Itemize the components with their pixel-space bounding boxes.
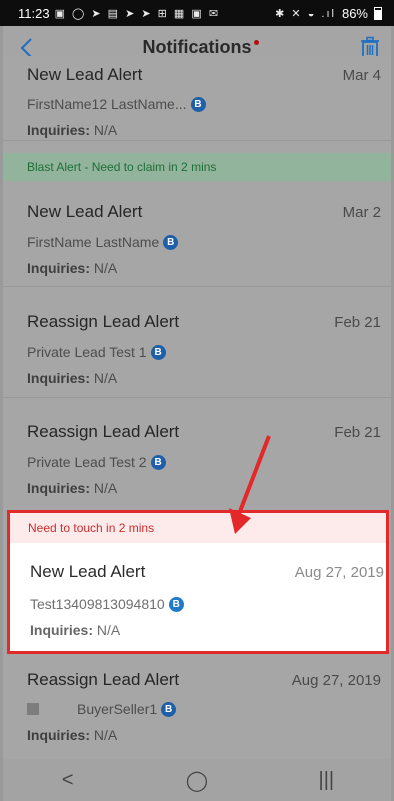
lead-name-text: Private Lead Test 2 <box>27 454 147 470</box>
buyer-badge-icon: B <box>161 701 177 717</box>
system-nav-bar: < ◯ ||| <box>3 759 391 801</box>
buyer-badge-icon: B <box>190 96 206 112</box>
notification-date: Feb 21 <box>334 424 381 441</box>
battery-icon <box>374 6 382 20</box>
lead-name: BuyerSeller1 B <box>27 701 177 717</box>
notification-title: Reassign Lead Alert <box>27 422 180 441</box>
touch-alert-banner: Need to touch in 2 mins <box>10 513 386 543</box>
inquiries-row: Inquiries: N/A <box>27 370 117 386</box>
blast-alert-banner: Blast Alert - Need to claim in 2 mins <box>3 153 391 181</box>
notification-item[interactable]: Reassign Lead Alert Feb 21 Private Lead … <box>3 287 391 397</box>
inquiries-value: N/A <box>93 260 118 276</box>
notification-item[interactable]: New Lead Alert Mar 2 FirstName LastName … <box>3 181 391 286</box>
recents-icon: ||| <box>318 768 335 791</box>
status-notification-icons: ▣ ◯ ➤ ▤ ➤ ➤ ⊞ ▦ ▣ ✉ <box>54 7 221 20</box>
inquiries-value: N/A <box>93 122 118 138</box>
notification-item[interactable]: New Lead Alert Mar 4 FirstName12 LastNam… <box>3 56 391 140</box>
divider <box>3 140 391 141</box>
inquiries-value: N/A <box>93 480 118 496</box>
inquiries-value: N/A <box>93 727 118 743</box>
notification-date: Mar 4 <box>342 67 381 84</box>
notification-date: Mar 2 <box>342 204 381 221</box>
notification-date: Feb 21 <box>334 314 381 331</box>
notification-date: Aug 27, 2019 <box>294 564 384 581</box>
inquiries-label: Inquiries: <box>27 480 91 496</box>
inquiries-label: Inquiries: <box>27 122 91 138</box>
page-title: Notifications <box>142 37 252 57</box>
lead-name: Private Lead Test 2 B <box>27 454 166 470</box>
battery-level: 86% <box>341 5 368 21</box>
inquiries-row: Inquiries: N/A <box>27 260 117 276</box>
inquiries-label: Inquiries: <box>30 622 94 638</box>
nav-back-button[interactable]: < <box>48 765 88 795</box>
notification-title: Reassign Lead Alert <box>27 312 180 331</box>
nav-recents-button[interactable]: ||| <box>306 765 346 795</box>
image-placeholder-icon <box>27 703 39 715</box>
lead-name-text: BuyerSeller1 <box>77 701 158 717</box>
status-system-icons: ✱ ✕ ◒ .ıl <box>275 7 336 20</box>
notification-title: Reassign Lead Alert <box>27 670 180 689</box>
notification-item[interactable]: Reassign Lead Alert Feb 21 Private Lead … <box>3 398 391 508</box>
lead-name-text: Test13409813094810 <box>30 596 165 612</box>
notification-title: New Lead Alert <box>27 202 143 221</box>
page-title-container: Notifications <box>3 37 391 58</box>
home-icon: ◯ <box>185 769 209 792</box>
inquiries-label: Inquiries: <box>27 260 91 276</box>
status-bar: 11:23 ▣ ◯ ➤ ▤ ➤ ➤ ⊞ ▦ ▣ ✉ ✱ ✕ ◒ .ıl 86% <box>0 0 394 26</box>
buyer-badge-icon: B <box>168 596 184 612</box>
inquiries-row: Inquiries: N/A <box>27 727 117 743</box>
lead-name: FirstName LastName B <box>27 234 179 250</box>
lead-name-text: Private Lead Test 1 <box>27 344 147 360</box>
nav-home-button[interactable]: ◯ <box>177 765 217 795</box>
notification-title: New Lead Alert <box>30 562 146 581</box>
notifications-screen: Notifications New Lead Alert Mar 4 First… <box>3 26 391 801</box>
inquiries-row: Inquiries: N/A <box>27 122 117 138</box>
buyer-badge-icon: B <box>163 234 179 250</box>
arrow-annotation-icon <box>229 435 271 534</box>
lead-name: FirstName12 LastName... B <box>27 96 206 112</box>
inquiries-value: N/A <box>96 622 121 638</box>
buyer-badge-icon: B <box>150 344 166 360</box>
inquiries-label: Inquiries: <box>27 727 91 743</box>
unread-dot-icon <box>253 40 259 45</box>
notification-item[interactable]: Reassign Lead Alert Aug 27, 2019 BuyerSe… <box>3 654 391 759</box>
inquiries-value: N/A <box>93 370 118 386</box>
status-time: 11:23 <box>18 5 50 21</box>
lead-name: Private Lead Test 1 B <box>27 344 166 360</box>
notification-title: New Lead Alert <box>27 65 143 84</box>
back-icon: < <box>61 768 74 791</box>
inquiries-label: Inquiries: <box>27 370 91 386</box>
lead-name-text: FirstName LastName <box>27 234 160 250</box>
notification-date: Aug 27, 2019 <box>291 672 381 689</box>
lead-name: Test13409813094810 B <box>30 596 184 612</box>
inquiries-row: Inquiries: N/A <box>27 480 117 496</box>
highlighted-notification-item[interactable]: Need to touch in 2 mins New Lead Alert A… <box>7 510 389 654</box>
lead-name-text: FirstName12 LastName... <box>27 96 187 112</box>
inquiries-row: Inquiries: N/A <box>30 622 120 638</box>
buyer-badge-icon: B <box>150 454 166 470</box>
